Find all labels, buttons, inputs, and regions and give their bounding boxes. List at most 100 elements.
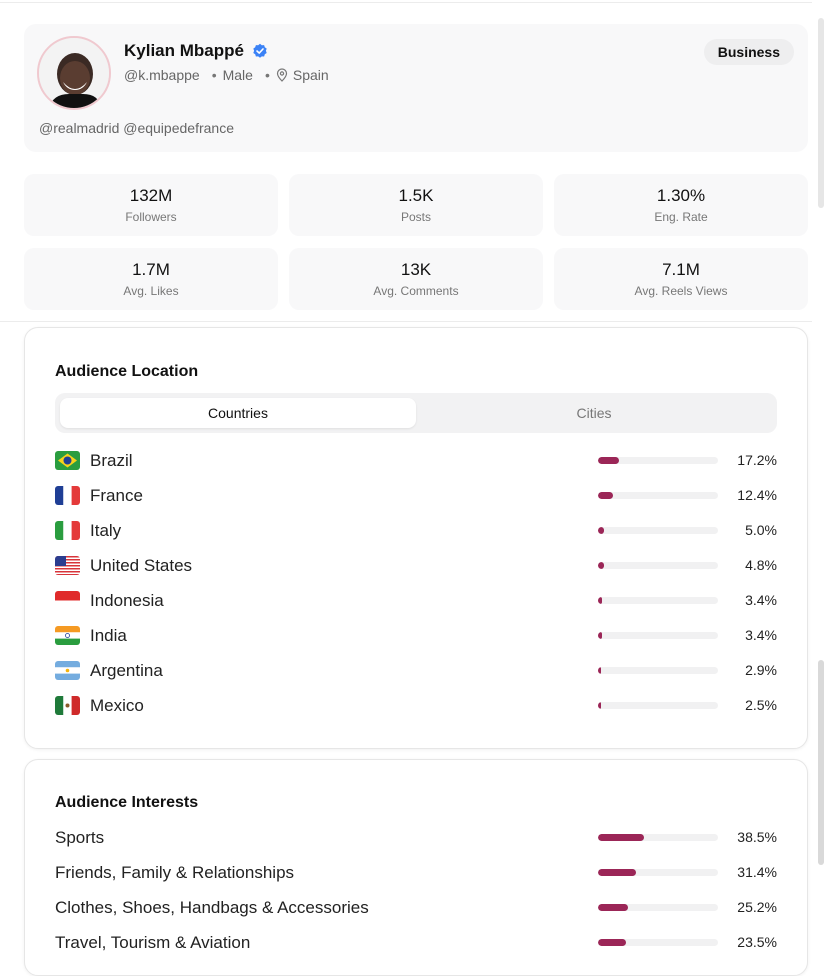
location-row-indonesia: Indonesia 3.4% (55, 590, 777, 612)
stat-value: 7.1M (662, 260, 700, 279)
audience-interests-title: Audience Interests (55, 794, 199, 811)
progress-track (598, 632, 718, 639)
location-percent: 12.4% (737, 487, 777, 503)
tab-countries[interactable]: Countries (60, 398, 416, 428)
audience-location-card: Audience Location Countries Cities Brazi… (24, 327, 808, 749)
account-type-badge: Business (703, 39, 794, 65)
progress-track (598, 939, 718, 946)
stat-value: 1.30% (656, 186, 706, 205)
profile-gender: Male (222, 67, 253, 83)
location-row-united-states: United States 4.8% (55, 555, 777, 577)
usa-flag-icon (55, 556, 80, 575)
stat-label: Eng. Rate (654, 210, 708, 224)
tab-cities[interactable]: Cities (416, 398, 772, 428)
interest-row: Clothes, Shoes, Handbags & Accessories 2… (55, 897, 777, 919)
location-percent: 2.5% (745, 697, 777, 713)
verified-check-icon (253, 43, 267, 58)
avatar-photo-icon (39, 38, 109, 108)
progress-track (598, 562, 718, 569)
location-name: Brazil (90, 451, 133, 470)
location-tab-switcher: Countries Cities (55, 393, 777, 433)
progress-track (598, 834, 718, 841)
progress-fill (598, 597, 603, 604)
location-name: India (90, 626, 127, 645)
location-row-india: India 3.4% (55, 625, 777, 647)
progress-fill (598, 457, 619, 464)
interest-name: Clothes, Shoes, Handbags & Accessories (55, 898, 369, 917)
location-name: Argentina (90, 661, 163, 680)
mexico-flag-icon (55, 696, 80, 715)
section-divider (0, 321, 812, 322)
stat-value: 1.7M (132, 260, 170, 279)
progress-track (598, 869, 718, 876)
progress-track (598, 702, 718, 709)
profile-card: Kylian Mbappé @k.mbappe • Male • Spain @… (24, 24, 808, 152)
location-percent: 4.8% (745, 557, 777, 573)
stat-label: Avg. Reels Views (634, 284, 728, 298)
progress-fill (598, 562, 604, 569)
location-name: Mexico (90, 696, 144, 715)
profile-mentions[interactable]: @realmadrid @equipedefrance (39, 120, 234, 136)
interest-percent: 38.5% (737, 829, 777, 845)
argentina-flag-icon (55, 661, 80, 680)
interest-row: Friends, Family & Relationships 31.4% (55, 862, 777, 884)
progress-track (598, 457, 718, 464)
location-percent: 17.2% (737, 452, 777, 468)
stat-value: 1.5K (398, 186, 434, 205)
progress-fill (598, 492, 613, 499)
location-name: Italy (90, 521, 122, 540)
stat-followers: 132M Followers (24, 174, 278, 236)
progress-track (598, 492, 718, 499)
profile-name-row: Kylian Mbappé (124, 41, 268, 61)
audience-interests-card: Audience Interests Sports 38.5% Friends,… (24, 759, 808, 976)
india-flag-icon (55, 626, 80, 645)
stat-label: Posts (400, 210, 431, 224)
progress-fill (598, 527, 604, 534)
location-name: France (90, 486, 143, 505)
stat-avg-reels-views: 7.1M Avg. Reels Views (554, 248, 808, 310)
interest-percent: 23.5% (737, 934, 777, 950)
location-row-mexico: Mexico 2.5% (55, 695, 777, 717)
profile-name: Kylian Mbappé (124, 41, 244, 60)
progress-fill (598, 702, 601, 709)
stat-label: Avg. Comments (373, 284, 459, 298)
stat-value: 13K (400, 260, 432, 279)
location-name: Indonesia (90, 591, 164, 610)
progress-fill (598, 834, 645, 841)
interest-name: Friends, Family & Relationships (55, 863, 295, 882)
location-row-argentina: Argentina 2.9% (55, 660, 777, 682)
scrollbar-thumb[interactable] (818, 660, 824, 865)
interest-percent: 31.4% (737, 864, 777, 880)
stat-posts: 1.5K Posts (289, 174, 543, 236)
location-percent: 3.4% (745, 627, 777, 643)
progress-track (598, 597, 718, 604)
france-flag-icon (55, 486, 80, 505)
profile-location: Spain (292, 67, 329, 83)
separator-dot: • (211, 67, 217, 83)
progress-fill (598, 939, 627, 946)
progress-fill (598, 632, 603, 639)
location-percent: 3.4% (745, 592, 777, 608)
progress-track (598, 527, 718, 534)
top-divider (0, 2, 812, 3)
map-pin-icon (276, 68, 287, 82)
stat-value: 132M (129, 186, 173, 205)
interest-name: Travel, Tourism & Aviation (55, 933, 251, 952)
progress-track (598, 904, 718, 911)
location-percent: 5.0% (745, 522, 777, 538)
stat-avg-likes: 1.7M Avg. Likes (24, 248, 278, 310)
location-percent: 2.9% (745, 662, 777, 678)
progress-track (598, 667, 718, 674)
progress-fill (598, 869, 636, 876)
italy-flag-icon (55, 521, 80, 540)
interest-percent: 25.2% (737, 899, 777, 915)
scrollbar-track[interactable] (818, 18, 824, 208)
interest-row: Travel, Tourism & Aviation 23.5% (55, 932, 777, 954)
avatar[interactable] (37, 36, 111, 110)
separator-dot: • (264, 67, 270, 83)
stat-label: Avg. Likes (123, 284, 179, 298)
location-row-france: France 12.4% (55, 485, 777, 507)
location-row-brazil: Brazil 17.2% (55, 450, 777, 472)
profile-meta: @k.mbappe • Male • Spain (124, 67, 329, 83)
stat-label: Followers (125, 210, 177, 224)
